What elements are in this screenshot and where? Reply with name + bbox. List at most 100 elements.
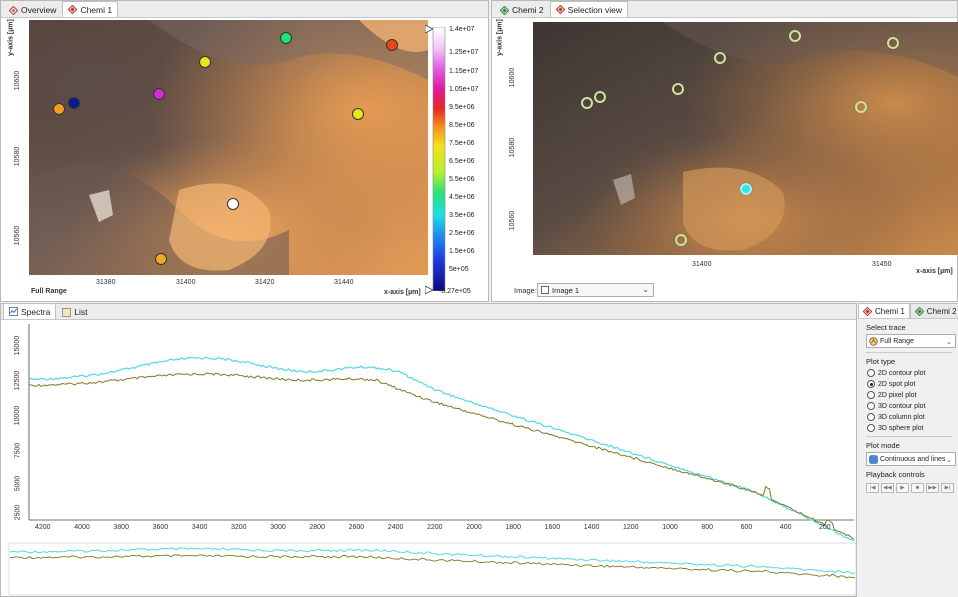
data-spot[interactable]	[352, 108, 364, 120]
plot-mode-label: Plot mode	[866, 441, 900, 450]
left-microscope-image[interactable]	[29, 20, 428, 275]
data-spot[interactable]	[153, 88, 165, 100]
skip-back-icon: |◀	[869, 485, 876, 491]
left-x-tick: 31440	[334, 279, 354, 286]
data-spot[interactable]	[68, 97, 80, 109]
image-select-label: Image:	[514, 286, 537, 295]
tab-chemi2-label: Chemi 2	[512, 5, 544, 15]
radio-button-selected[interactable]	[867, 380, 875, 388]
trace-icon	[869, 336, 878, 346]
radio-label: 2D spot plot	[878, 380, 916, 388]
tab-selection-view[interactable]: Selection view	[549, 1, 628, 17]
side-tab-chemi1-label: Chemi 1	[875, 306, 905, 316]
side-tabbar: Chemi 1 Chemi 2	[858, 303, 958, 319]
stop-button[interactable]: ■	[911, 483, 924, 493]
selection-ring[interactable]	[594, 91, 606, 103]
left-x-axis-title: x-axis [µm]	[384, 289, 421, 296]
spectra-x-tick: 2400	[387, 524, 404, 531]
selection-ring[interactable]	[581, 97, 593, 109]
tab-overview[interactable]: Overview	[3, 2, 62, 17]
spectra-main-plot[interactable]	[1, 320, 858, 596]
chevron-down-icon: ⌄	[946, 457, 952, 464]
fast-forward-icon: ▶▶	[928, 485, 937, 491]
tab-chemi1[interactable]: Chemi 1	[62, 1, 119, 17]
radio-label: 3D column plot	[878, 413, 925, 421]
data-spot[interactable]	[386, 39, 398, 51]
data-spot[interactable]	[53, 103, 65, 115]
rewind-icon: ◀◀	[883, 485, 892, 491]
radio-label: 3D contour plot	[878, 402, 926, 410]
right-x-tick: 31450	[872, 261, 892, 268]
radio-2d-pixel[interactable]: 2D pixel plot	[867, 391, 958, 399]
spectra-panel: Spectra List 15000 12500 10000 7500 5000…	[0, 303, 857, 597]
image-select-value: Image 1	[552, 285, 580, 295]
radio-button[interactable]	[867, 369, 875, 377]
data-spot[interactable]	[280, 32, 292, 44]
data-spot[interactable]	[199, 56, 211, 68]
left-x-tick: 31400	[176, 279, 196, 286]
radio-3d-contour[interactable]: 3D contour plot	[867, 402, 958, 410]
selection-view-panel: Chemi 2 Selection view y-axis [µm] 10600…	[491, 0, 958, 302]
radio-button[interactable]	[867, 402, 875, 410]
tab-chemi2[interactable]: Chemi 2	[494, 2, 550, 17]
play-button[interactable]: ▶	[896, 483, 909, 493]
left-x-tick: 31380	[96, 279, 116, 286]
prev-frame-button[interactable]: ◀◀	[881, 483, 894, 493]
colorbar-label: 9.5e+06	[449, 104, 475, 111]
spectra-x-tick: 200	[819, 524, 831, 531]
colorbar-min-handle-icon[interactable]	[425, 286, 433, 294]
selection-ring[interactable]	[675, 234, 687, 246]
selection-ring[interactable]	[887, 37, 899, 49]
spectra-x-tick: 1000	[662, 524, 678, 531]
tab-overview-label: Overview	[21, 5, 57, 15]
left-y-tick: 10600	[14, 70, 22, 91]
side-tab-chemi2-label: Chemi 2	[926, 306, 957, 316]
radio-2d-contour[interactable]: 2D contour plot	[867, 369, 958, 377]
stop-icon: ■	[915, 485, 920, 491]
chevron-down-icon: ⌄	[642, 285, 649, 294]
selection-ring[interactable]	[855, 101, 867, 113]
side-tab-chemi1[interactable]: Chemi 1	[858, 303, 910, 318]
radio-button[interactable]	[867, 424, 875, 432]
data-spot[interactable]	[227, 198, 239, 210]
selection-ring[interactable]	[672, 83, 684, 95]
data-spot[interactable]	[155, 253, 167, 265]
tab-spectra[interactable]: Spectra	[3, 303, 57, 319]
select-trace-combo[interactable]: Full Range ⌄	[866, 334, 956, 348]
left-y-tick: 10580	[14, 146, 22, 167]
radio-3d-column[interactable]: 3D column plot	[867, 413, 958, 421]
spectra-y-tick: 5000	[14, 475, 22, 492]
selection-ring[interactable]	[714, 52, 726, 64]
side-tab-chemi2[interactable]: Chemi 2	[909, 303, 958, 318]
selection-ring[interactable]	[789, 30, 801, 42]
right-microscope-image[interactable]	[533, 22, 958, 255]
radio-3d-sphere[interactable]: 3D sphere plot	[867, 424, 958, 432]
spectra-x-tick: 800	[701, 524, 714, 531]
radio-2d-spot[interactable]: 2D spot plot	[867, 380, 958, 388]
microscope-texture	[29, 20, 428, 275]
colorbar-label: 5e+05	[449, 266, 469, 273]
plot-settings-panel: Chemi 1 Chemi 2 Select trace Full Range …	[858, 303, 958, 597]
diamond-red-icon	[555, 5, 565, 14]
spectra-x-tick: 3800	[113, 524, 129, 531]
tab-list[interactable]: List	[56, 304, 93, 319]
radio-button[interactable]	[867, 413, 875, 421]
right-x-axis-title: x-axis [µm]	[916, 268, 953, 275]
colorbar-label: 5.5e+06	[449, 176, 475, 183]
plot-mode-combo[interactable]: Continuous and lines ⌄	[866, 452, 956, 466]
image-select[interactable]: Image 1 ⌄	[537, 283, 654, 297]
chevron-down-icon: ⌄	[946, 339, 952, 346]
spectra-x-tick: 1600	[544, 524, 561, 531]
tab-chemi1-label: Chemi 1	[80, 4, 113, 15]
diamond-icon	[9, 5, 18, 15]
colorbar-label: 6.5e+06	[449, 158, 475, 165]
selection-ring[interactable]	[740, 183, 752, 195]
spectra-x-tick: 3400	[191, 524, 208, 531]
select-trace-label: Select trace	[866, 323, 906, 332]
spectra-x-tick: 2000	[466, 524, 482, 531]
colorbar-max-handle-icon[interactable]	[425, 25, 433, 33]
radio-button[interactable]	[867, 391, 875, 399]
last-frame-button[interactable]: ▶|	[941, 483, 954, 493]
first-frame-button[interactable]: |◀	[866, 483, 879, 493]
next-frame-button[interactable]: ▶▶	[926, 483, 939, 493]
